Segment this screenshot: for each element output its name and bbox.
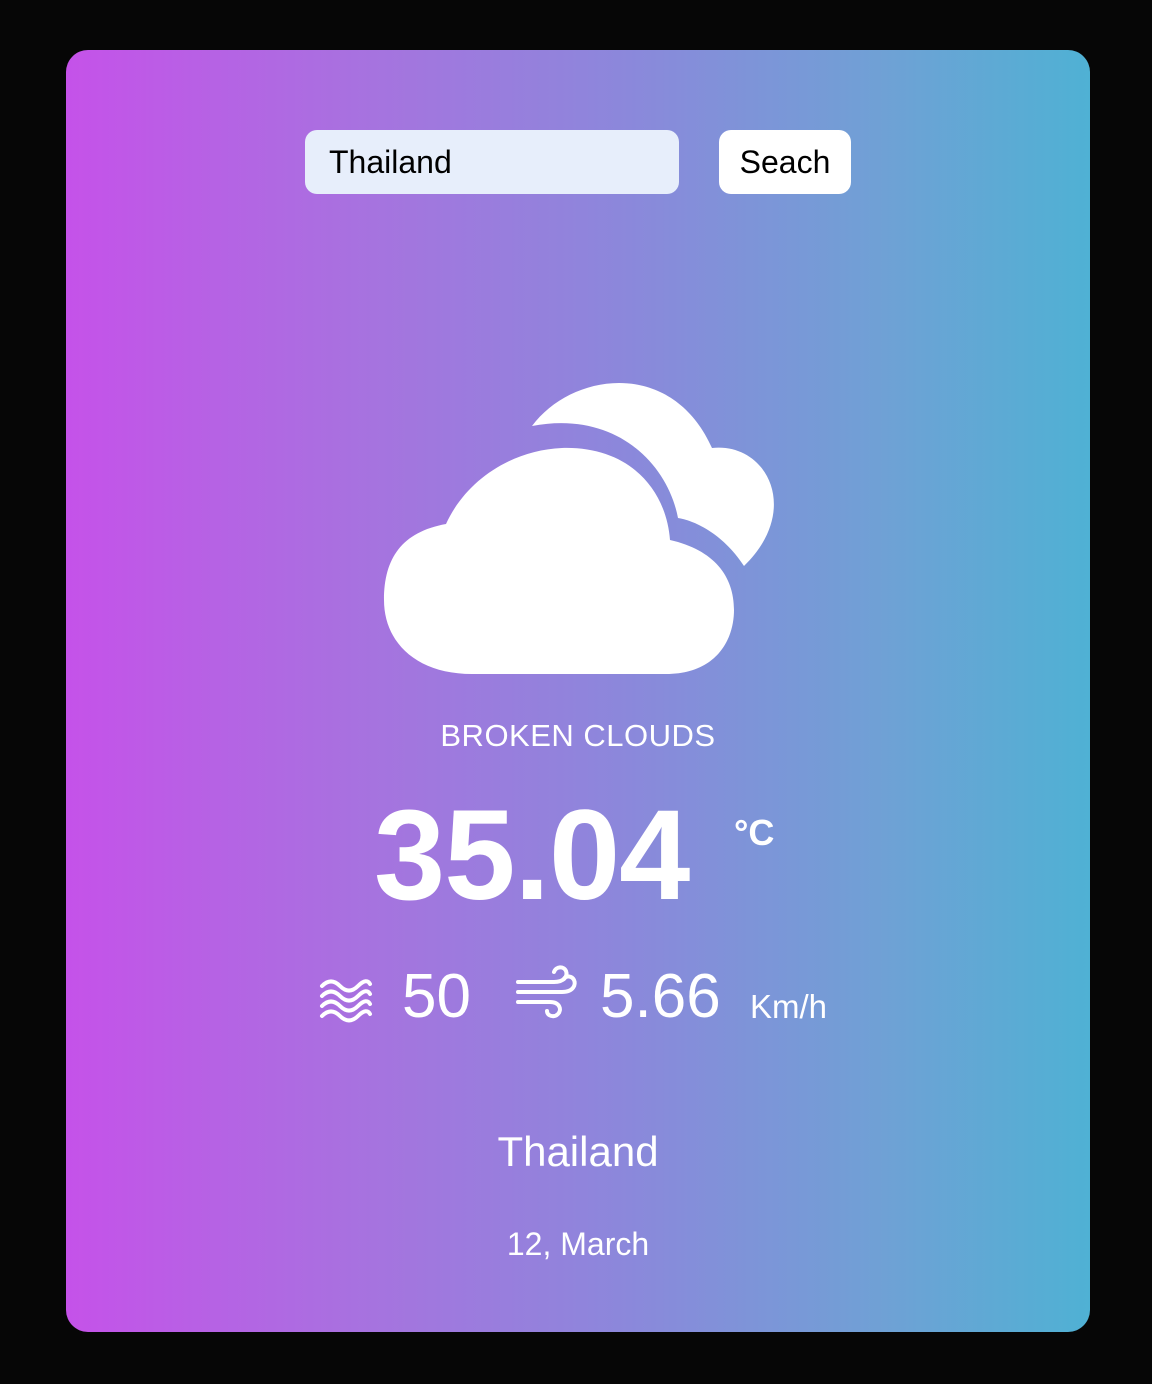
weather-card: Seach BROKEN CLOUDS 35.04 °C 50 5.66 Km/…	[66, 50, 1090, 1332]
temperature-unit: °C	[734, 812, 775, 853]
search-button[interactable]: Seach	[719, 130, 851, 194]
weather-description: BROKEN CLOUDS	[440, 718, 716, 753]
date-label: 12, March	[506, 1226, 650, 1262]
wind-speed-unit: Km/h	[750, 988, 828, 1025]
humidity-waves-icon	[320, 979, 372, 1023]
wind-icon	[516, 965, 577, 1019]
city-name: Thailand	[497, 1128, 659, 1175]
humidity-value: 50	[402, 962, 471, 1031]
temperature-value: 35.04	[374, 784, 690, 927]
wind-speed-value: 5.66	[600, 962, 721, 1031]
broken-clouds-icon	[384, 382, 774, 674]
search-input[interactable]	[305, 130, 679, 194]
